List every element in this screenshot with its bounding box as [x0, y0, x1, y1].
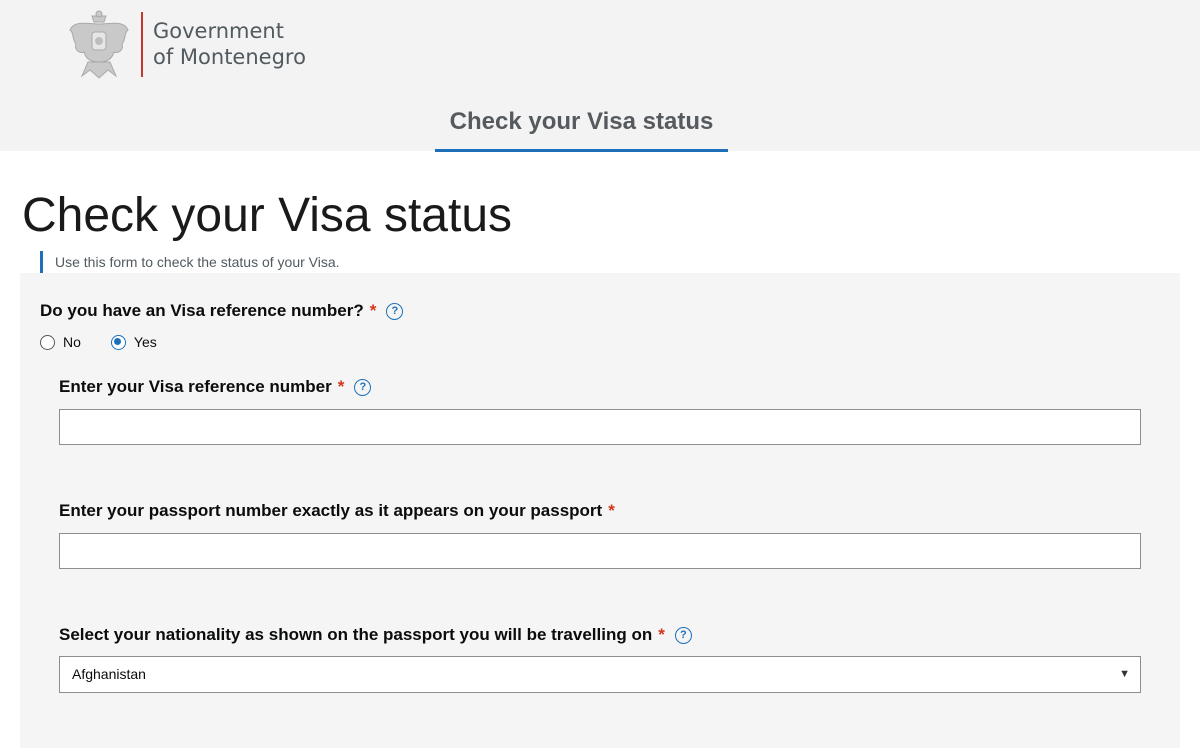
org-name-line1: Government: [153, 19, 284, 43]
organization-name: Government of Montenegro: [153, 18, 306, 70]
intro-text: Use this form to check the status of you…: [40, 251, 340, 273]
required-marker: *: [337, 377, 345, 396]
reference-number-label: Enter your Visa reference number: [59, 377, 332, 396]
has-reference-label: Do you have an Visa reference number?: [40, 301, 364, 320]
has-reference-radio-group: No Yes: [40, 332, 187, 352]
logo-divider: [141, 12, 143, 77]
passport-number-question: Enter your passport number exactly as it…: [59, 500, 615, 522]
help-icon[interactable]: ?: [354, 379, 372, 396]
nav-tab-check-visa-status[interactable]: Check your Visa status: [435, 104, 728, 152]
radio-yes-circle[interactable]: [110, 334, 126, 350]
page-title: Check your Visa status: [22, 189, 513, 242]
help-icon[interactable]: ?: [674, 627, 692, 644]
passport-number-input[interactable]: [59, 533, 1141, 569]
radio-no-label: No: [63, 334, 81, 350]
required-marker: *: [369, 301, 377, 320]
nationality-label: Select your nationality as shown on the …: [59, 625, 653, 644]
radio-no-circle[interactable]: [40, 334, 55, 350]
nationality-select[interactable]: Afghanistan ▼: [59, 656, 1141, 693]
reference-number-question: Enter your Visa reference number *?: [59, 376, 372, 398]
nationality-question: Select your nationality as shown on the …: [59, 624, 692, 646]
has-reference-question: Do you have an Visa reference number? *?: [40, 300, 404, 322]
help-icon[interactable]: ?: [386, 303, 404, 320]
passport-number-label: Enter your passport number exactly as it…: [59, 501, 603, 520]
required-marker: *: [608, 501, 615, 520]
radio-yes-label: Yes: [133, 334, 157, 350]
coat-of-arms-icon: [69, 10, 129, 79]
dropdown-arrow-icon[interactable]: ▼: [1119, 657, 1130, 692]
org-name-line2: of Montenegro: [153, 45, 306, 69]
reference-number-input[interactable]: [59, 409, 1141, 445]
radio-no[interactable]: No: [40, 334, 81, 350]
required-marker: *: [658, 625, 665, 644]
site-header: Government of Montenegro Check your Visa…: [0, 0, 1200, 152]
nationality-selected-value: Afghanistan: [72, 666, 146, 682]
radio-yes[interactable]: Yes: [110, 334, 157, 350]
